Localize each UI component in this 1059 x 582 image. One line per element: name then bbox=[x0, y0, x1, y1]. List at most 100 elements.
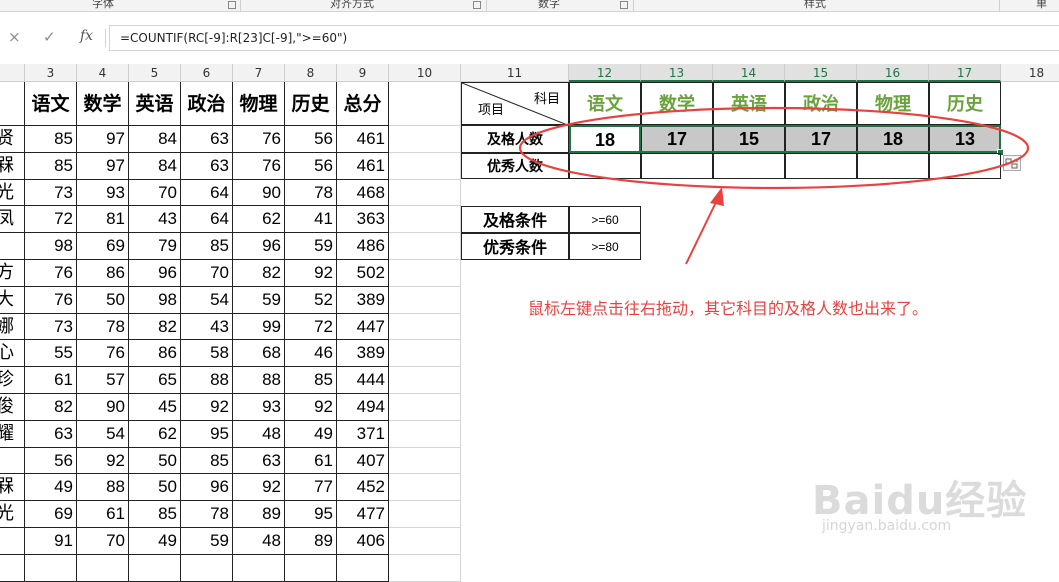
score-cell[interactable]: 72 bbox=[285, 313, 337, 341]
selected-cell[interactable]: 17 bbox=[641, 125, 713, 153]
score-cell[interactable]: 84 bbox=[129, 152, 181, 180]
empty-cell[interactable] bbox=[389, 474, 461, 502]
score-cell[interactable]: 48 bbox=[233, 528, 285, 555]
score-cell[interactable]: 98 bbox=[25, 233, 77, 260]
score-cell[interactable]: 77 bbox=[285, 474, 337, 502]
subject-header-cell[interactable]: 英语 bbox=[713, 82, 785, 125]
score-cell[interactable]: 52 bbox=[285, 286, 337, 314]
score-cell[interactable]: 461 bbox=[337, 126, 389, 153]
column-header-selected[interactable]: 16 bbox=[857, 64, 929, 82]
score-cell[interactable] bbox=[285, 554, 337, 582]
pass-condition-value[interactable]: >=60 bbox=[569, 206, 641, 233]
score-cell[interactable]: 76 bbox=[233, 126, 285, 153]
score-cell[interactable]: 92 bbox=[233, 474, 285, 502]
column-header[interactable]: 11 bbox=[461, 64, 569, 82]
score-cell[interactable]: 55 bbox=[25, 340, 77, 368]
score-cell[interactable]: 92 bbox=[181, 394, 233, 421]
score-cell[interactable]: 49 bbox=[285, 420, 337, 448]
score-cell[interactable]: 70 bbox=[129, 179, 181, 207]
student-name-cell[interactable] bbox=[0, 528, 25, 555]
score-cell[interactable]: 76 bbox=[77, 340, 129, 368]
student-name-cell[interactable]: 光 bbox=[0, 501, 25, 528]
score-cell[interactable]: 89 bbox=[233, 501, 285, 528]
student-name-cell[interactable]: 光 bbox=[0, 179, 25, 207]
score-cell[interactable]: 92 bbox=[77, 447, 129, 475]
empty-cell[interactable] bbox=[389, 126, 461, 153]
empty-cell[interactable] bbox=[389, 447, 461, 475]
name-cell[interactable] bbox=[0, 82, 25, 126]
score-cell[interactable]: 82 bbox=[129, 313, 181, 341]
column-header-selected[interactable]: 13 bbox=[641, 64, 713, 82]
excellent-count-cell[interactable] bbox=[785, 153, 857, 179]
score-cell[interactable]: 63 bbox=[233, 447, 285, 475]
score-cell[interactable]: 494 bbox=[337, 394, 389, 421]
score-cell[interactable]: 61 bbox=[77, 501, 129, 528]
student-name-cell[interactable]: 心 bbox=[0, 340, 25, 368]
excellent-count-cell[interactable] bbox=[857, 153, 929, 179]
column-header[interactable]: 9 bbox=[337, 64, 389, 82]
cancel-icon[interactable]: × bbox=[8, 28, 21, 46]
auto-fill-options-icon[interactable] bbox=[1003, 155, 1021, 171]
score-cell[interactable]: 406 bbox=[337, 528, 389, 555]
score-cell[interactable]: 72 bbox=[25, 206, 77, 234]
empty-cell[interactable] bbox=[389, 179, 461, 207]
student-name-cell[interactable] bbox=[0, 554, 25, 582]
score-cell[interactable]: 389 bbox=[337, 286, 389, 314]
subject-header-cell[interactable]: 政治 bbox=[785, 82, 857, 125]
column-header[interactable]: 6 bbox=[181, 64, 233, 82]
subject-header-cell[interactable]: 物理 bbox=[857, 82, 929, 125]
pass-count-label[interactable]: 及格人数 bbox=[461, 125, 569, 153]
score-cell[interactable]: 70 bbox=[181, 260, 233, 287]
score-cell[interactable]: 63 bbox=[181, 152, 233, 180]
excellent-condition-value[interactable]: >=80 bbox=[569, 233, 641, 260]
active-cell[interactable]: 18 bbox=[569, 125, 641, 153]
score-header-cell[interactable]: 语文 bbox=[25, 82, 77, 126]
score-cell[interactable]: 88 bbox=[77, 474, 129, 502]
score-cell[interactable]: 68 bbox=[233, 340, 285, 368]
column-header-selected[interactable]: 14 bbox=[713, 64, 785, 82]
score-cell[interactable]: 41 bbox=[285, 206, 337, 234]
excellent-count-cell[interactable] bbox=[641, 153, 713, 179]
formula-input[interactable]: =COUNTIF(RC[-9]:R[23]C[-9],">=60") bbox=[109, 25, 1059, 51]
empty-cell[interactable] bbox=[389, 260, 461, 287]
excellent-count-cell[interactable] bbox=[569, 153, 641, 179]
column-header[interactable]: 18 bbox=[1001, 64, 1059, 82]
column-header[interactable]: 10 bbox=[389, 64, 461, 82]
student-name-cell[interactable]: 槑 bbox=[0, 152, 25, 180]
empty-cell[interactable] bbox=[389, 233, 461, 260]
excellent-count-label[interactable]: 优秀人数 bbox=[461, 153, 569, 179]
selected-cell[interactable]: 13 bbox=[929, 125, 1001, 153]
score-cell[interactable]: 50 bbox=[77, 286, 129, 314]
score-cell[interactable]: 486 bbox=[337, 233, 389, 260]
student-name-cell[interactable] bbox=[0, 233, 25, 260]
column-header[interactable]: 7 bbox=[233, 64, 285, 82]
subject-header-cell[interactable]: 语文 bbox=[569, 82, 641, 125]
score-header-cell[interactable]: 英语 bbox=[129, 82, 181, 126]
score-cell[interactable]: 62 bbox=[129, 420, 181, 448]
score-cell[interactable]: 389 bbox=[337, 340, 389, 368]
insert-function-button[interactable]: fx bbox=[80, 28, 93, 44]
score-cell[interactable]: 78 bbox=[77, 313, 129, 341]
column-header-selected[interactable]: 17 bbox=[929, 64, 1001, 82]
score-cell[interactable] bbox=[233, 554, 285, 582]
score-cell[interactable] bbox=[181, 554, 233, 582]
empty-cell[interactable] bbox=[389, 501, 461, 528]
excellent-count-cell[interactable] bbox=[929, 153, 1001, 179]
column-header[interactable]: 4 bbox=[77, 64, 129, 82]
student-name-cell[interactable]: 凤 bbox=[0, 206, 25, 234]
column-header-selected[interactable]: 12 bbox=[569, 64, 641, 82]
score-cell[interactable]: 90 bbox=[77, 394, 129, 421]
score-cell[interactable]: 65 bbox=[129, 367, 181, 394]
score-cell[interactable]: 85 bbox=[181, 447, 233, 475]
empty-cell[interactable] bbox=[389, 206, 461, 234]
score-cell[interactable]: 502 bbox=[337, 260, 389, 287]
score-cell[interactable]: 46 bbox=[285, 340, 337, 368]
score-cell[interactable]: 82 bbox=[233, 260, 285, 287]
empty-cell[interactable] bbox=[389, 554, 461, 582]
student-name-cell[interactable]: 耀 bbox=[0, 420, 25, 448]
student-name-cell[interactable]: 槑 bbox=[0, 474, 25, 502]
score-cell[interactable]: 59 bbox=[181, 528, 233, 555]
score-cell[interactable]: 79 bbox=[129, 233, 181, 260]
enter-icon[interactable]: ✓ bbox=[43, 28, 56, 46]
score-cell[interactable]: 97 bbox=[77, 126, 129, 153]
